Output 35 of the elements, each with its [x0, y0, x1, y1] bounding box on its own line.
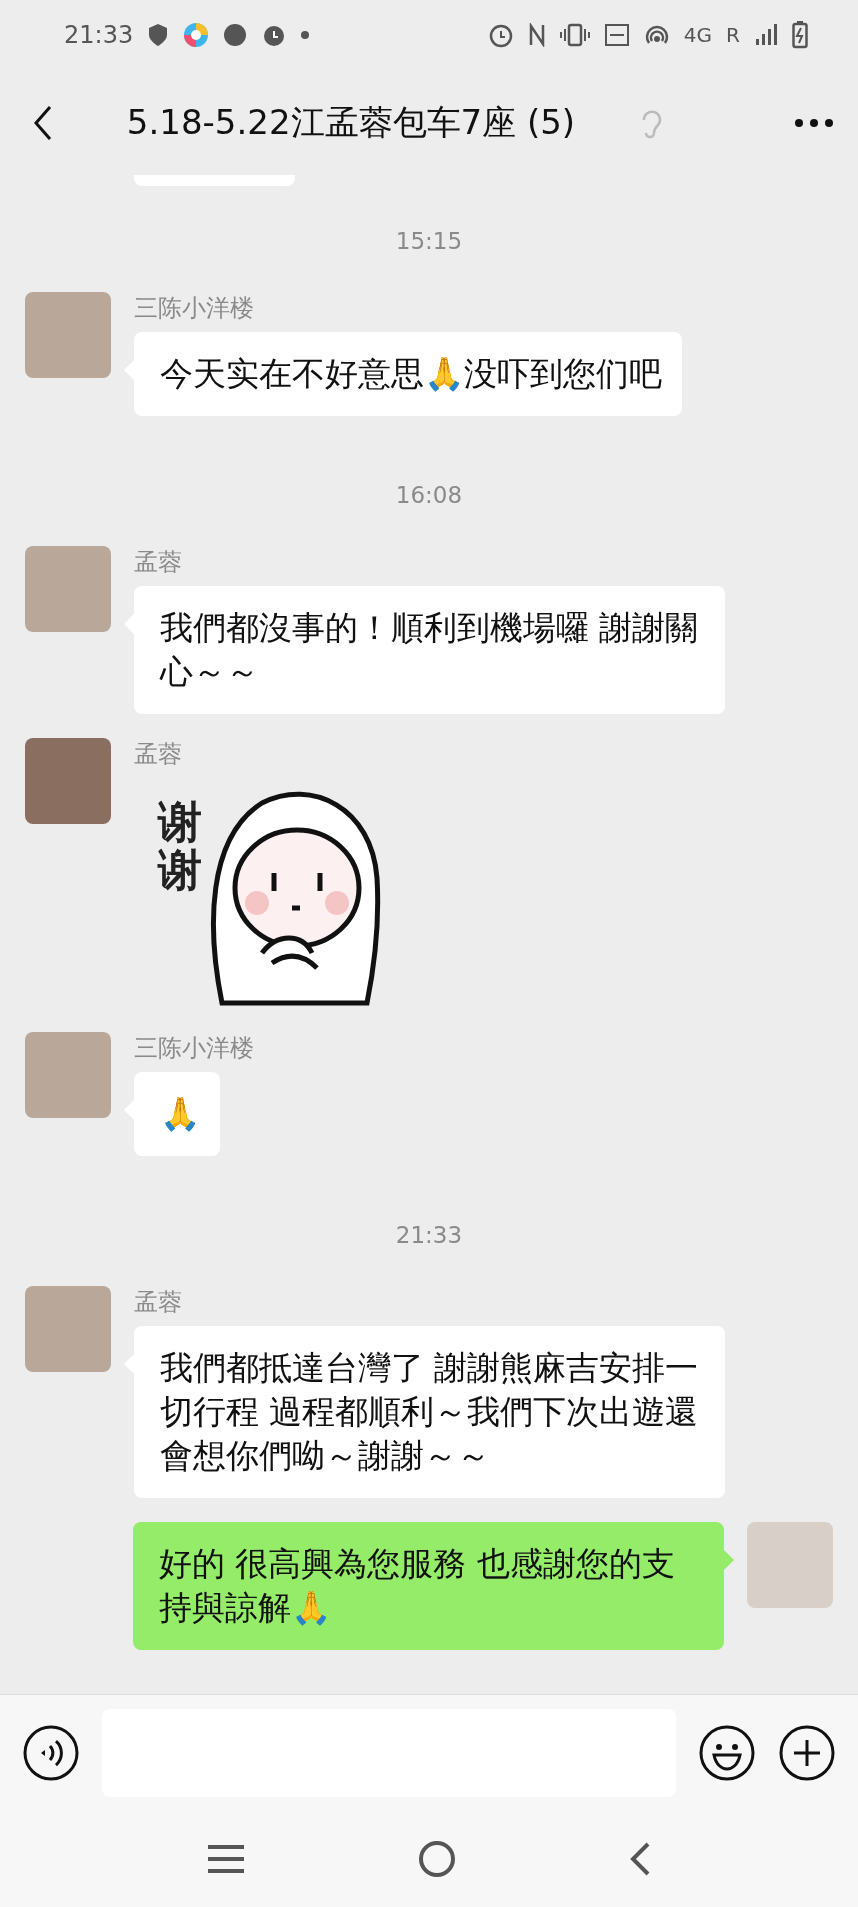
sender-name: 三陈小洋楼 [134, 1033, 254, 1064]
battery-icon [792, 21, 808, 49]
sender-name: 孟蓉 [134, 547, 182, 578]
sender-name: 三陈小洋楼 [134, 293, 254, 324]
app-logo-icon [183, 22, 210, 48]
alarm-icon [487, 22, 514, 48]
voice-icon[interactable] [22, 1723, 80, 1782]
timestamp: 16:08 [394, 482, 464, 508]
home-icon[interactable] [418, 1839, 456, 1878]
message-bubble[interactable]: 好的 很高興為您服務 也感謝您的支持與諒解🙏 [133, 1522, 724, 1650]
timestamp: 21:33 [394, 1222, 464, 1248]
menu-icon[interactable] [206, 1843, 246, 1874]
message-bubble[interactable]: 我們都抵達台灣了 謝謝熊麻吉安排一切行程 過程都順利～我們下次出遊還會想你們呦～謝謝～～ [134, 1326, 725, 1498]
status-time: 21:33 [64, 21, 134, 49]
nfc-icon [527, 23, 546, 47]
sticker-caption: 谢谢 [158, 798, 202, 895]
app-badge-icon [223, 23, 248, 47]
add-icon[interactable] [778, 1723, 836, 1782]
more-icon[interactable] [794, 117, 834, 128]
shield-icon [147, 23, 170, 47]
vibrate-icon [559, 23, 590, 47]
message-bubble[interactable]: 我們都沒事的！順利到機場囉 謝謝關心～～ [134, 586, 725, 714]
volte-icon [603, 22, 630, 48]
bubble-tail [724, 1550, 734, 1570]
sender-name: 孟蓉 [134, 1287, 182, 1318]
chat-title: 5.18-5.22江孟蓉包车7座 (5) [125, 100, 577, 144]
emoji-icon[interactable] [698, 1723, 756, 1782]
sender-name: 孟蓉 [134, 739, 182, 770]
dot-icon [301, 31, 310, 39]
roaming-indicator: R [726, 23, 740, 47]
back-icon[interactable] [628, 1840, 652, 1877]
signal-icon [754, 23, 778, 47]
timestamp: 15:15 [394, 228, 464, 254]
network-type: 4G [683, 23, 713, 47]
message-bubble[interactable]: 今天实在不好意思🙏没吓到您们吧 [134, 332, 682, 416]
